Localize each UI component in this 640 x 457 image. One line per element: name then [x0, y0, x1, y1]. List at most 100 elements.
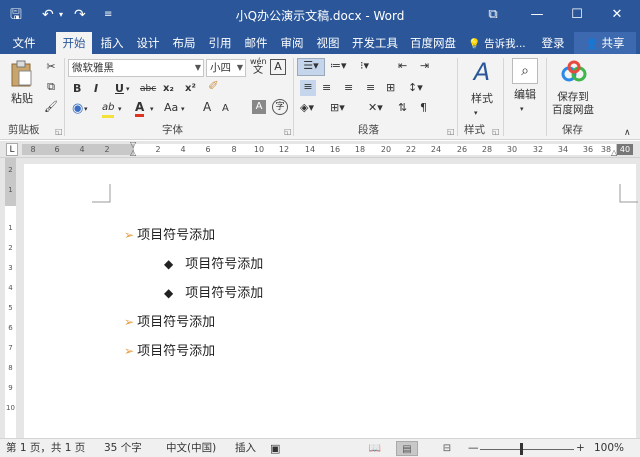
align-center-icon[interactable]: ≡: [322, 81, 331, 95]
print-layout-icon[interactable]: ▤: [396, 441, 418, 456]
ribbon-display-icon[interactable]: ⧉: [484, 6, 502, 24]
tab-baidu-netdisk[interactable]: 百度网盘: [406, 32, 460, 54]
editing-button-label[interactable]: 编辑: [508, 88, 542, 102]
tab-selector[interactable]: L: [6, 143, 18, 156]
paste-label[interactable]: 粘贴: [8, 92, 36, 106]
tab-design[interactable]: 设计: [130, 32, 166, 54]
tab-layout[interactable]: 布局: [166, 32, 202, 54]
list-item[interactable]: ➢ 项目符号添加: [124, 342, 215, 361]
minimize-icon[interactable]: —: [528, 6, 546, 24]
chevron-down-icon[interactable]: ▾: [118, 102, 122, 116]
document-area[interactable]: ➢ 项目符号添加 ◆ 项目符号添加 ◆ 项目符号添加 ➢ 项目符号添加 ➢ 项目符号添加: [22, 158, 640, 438]
macro-record-icon[interactable]: ▣: [270, 442, 280, 455]
borders-icon[interactable]: ⊞▾: [330, 101, 345, 115]
search-icon[interactable]: ⌕: [512, 58, 538, 84]
chevron-down-icon[interactable]: ▾: [150, 102, 154, 116]
copy-icon[interactable]: ⧉: [44, 80, 58, 94]
sort-icon[interactable]: ⇅: [398, 101, 407, 115]
decrease-indent-icon[interactable]: ⇤: [398, 59, 407, 73]
insert-mode[interactable]: 插入: [235, 442, 256, 455]
multilevel-list-icon[interactable]: ⁝▾: [360, 59, 369, 73]
shading-icon[interactable]: ◈▾: [300, 101, 314, 115]
baidu-netdisk-icon[interactable]: [560, 58, 588, 86]
font-launcher-icon[interactable]: ◱: [284, 127, 292, 136]
justify-icon[interactable]: ≡: [366, 81, 375, 95]
tab-insert[interactable]: 插入: [94, 32, 130, 54]
enclose-characters-button[interactable]: 字: [272, 99, 288, 115]
bold-button[interactable]: B: [73, 82, 81, 96]
font-size-combo[interactable]: 小四 ▼: [206, 59, 246, 77]
strikethrough-button[interactable]: abc: [140, 82, 156, 96]
web-layout-icon[interactable]: ⊟: [436, 441, 458, 456]
chinese-layout-icon[interactable]: ✕▾: [368, 101, 383, 115]
zoom-slider-track[interactable]: [480, 449, 574, 450]
zoom-out-button[interactable]: —: [468, 442, 479, 455]
tab-home[interactable]: 开始: [56, 32, 92, 54]
tell-me-box[interactable]: 💡 告诉我...: [468, 32, 534, 54]
chevron-down-icon[interactable]: ▾: [181, 102, 185, 116]
right-indent-marker[interactable]: △: [611, 149, 617, 157]
grow-font-button[interactable]: A: [203, 100, 211, 114]
zoom-in-button[interactable]: +: [576, 442, 585, 455]
tab-view[interactable]: 视图: [310, 32, 346, 54]
change-case-button[interactable]: Aa: [164, 101, 178, 115]
chevron-down-icon[interactable]: ▾: [84, 102, 88, 116]
list-item[interactable]: ➢ 项目符号添加: [124, 226, 215, 245]
tab-review[interactable]: 审阅: [274, 32, 310, 54]
list-item[interactable]: ➢ 项目符号添加: [124, 313, 215, 332]
format-painter-icon[interactable]: 🖌: [44, 100, 58, 114]
vertical-ruler[interactable]: 2 1 1 2 3 4 5 6 7 8 9 10: [0, 158, 22, 438]
document-page[interactable]: ➢ 项目符号添加 ◆ 项目符号添加 ◆ 项目符号添加 ➢ 项目符号添加 ➢ 项目符号添加: [24, 164, 638, 438]
collapse-ribbon-icon[interactable]: ∧: [624, 126, 631, 140]
word-count[interactable]: 35 个字: [104, 442, 142, 455]
tab-references[interactable]: 引用: [202, 32, 238, 54]
character-border-button[interactable]: A: [270, 59, 286, 75]
clipboard-launcher-icon[interactable]: ◱: [55, 127, 63, 136]
read-mode-icon[interactable]: 📖: [364, 441, 386, 456]
underline-button[interactable]: U: [115, 82, 124, 96]
align-left-icon[interactable]: ≡: [300, 80, 316, 96]
chevron-down-icon[interactable]: ▾: [474, 106, 478, 120]
superscript-button[interactable]: x²: [185, 82, 196, 96]
numbering-icon[interactable]: ≔▾: [330, 59, 347, 73]
align-right-icon[interactable]: ≡: [344, 81, 353, 95]
clear-format-icon[interactable]: ✐: [208, 80, 219, 94]
character-shading-button[interactable]: A: [252, 100, 266, 114]
font-color-button[interactable]: A: [135, 100, 145, 117]
hanging-indent-marker[interactable]: △: [130, 149, 136, 157]
styles-launcher-icon[interactable]: ◱: [492, 127, 500, 136]
phonetic-guide-button[interactable]: wén 文: [250, 57, 267, 76]
font-name-combo[interactable]: 微软雅黑 ▼: [68, 59, 204, 77]
text-effects-icon[interactable]: ◉: [72, 102, 83, 116]
bullets-button[interactable]: ☰▾: [297, 58, 325, 76]
zoom-slider-thumb[interactable]: [520, 443, 523, 455]
distributed-icon[interactable]: ⊞: [386, 81, 395, 95]
shrink-font-button[interactable]: A: [222, 102, 229, 116]
horizontal-ruler[interactable]: L 8 6 4 2 2 4 6 8 10 12 14 16 18 20 22 2…: [0, 141, 640, 158]
page-count[interactable]: 第 1 页，共 1 页: [6, 442, 85, 455]
login-link[interactable]: 登录: [536, 32, 570, 54]
tab-file[interactable]: 文件: [6, 32, 42, 54]
share-button[interactable]: 👤 共享: [574, 32, 636, 54]
close-icon[interactable]: ✕: [608, 6, 626, 24]
line-spacing-icon[interactable]: ↕▾: [408, 81, 423, 95]
paste-button[interactable]: [8, 60, 34, 90]
chevron-down-icon[interactable]: ▾: [126, 82, 130, 96]
styles-button-label[interactable]: 样式: [462, 92, 502, 106]
tab-developer[interactable]: 开发工具: [348, 32, 402, 54]
styles-icon[interactable]: A: [468, 58, 496, 86]
subscript-button[interactable]: x₂: [163, 82, 174, 96]
paragraph-mark-icon[interactable]: ¶: [420, 101, 427, 115]
highlight-button[interactable]: ab: [102, 101, 115, 118]
maximize-icon[interactable]: ☐: [568, 6, 586, 24]
paragraph-launcher-icon[interactable]: ◱: [447, 127, 455, 136]
zoom-level[interactable]: 100%: [594, 442, 624, 455]
cut-icon[interactable]: ✂: [44, 60, 58, 74]
chevron-down-icon[interactable]: ▾: [520, 102, 524, 116]
italic-button[interactable]: I: [94, 82, 98, 96]
language-indicator[interactable]: 中文(中国): [166, 442, 216, 455]
list-item[interactable]: ◆ 项目符号添加: [164, 255, 263, 274]
save-to-baidu-button[interactable]: 保存到 百度网盘: [550, 91, 596, 117]
increase-indent-icon[interactable]: ⇥: [420, 59, 429, 73]
list-item[interactable]: ◆ 项目符号添加: [164, 284, 263, 303]
